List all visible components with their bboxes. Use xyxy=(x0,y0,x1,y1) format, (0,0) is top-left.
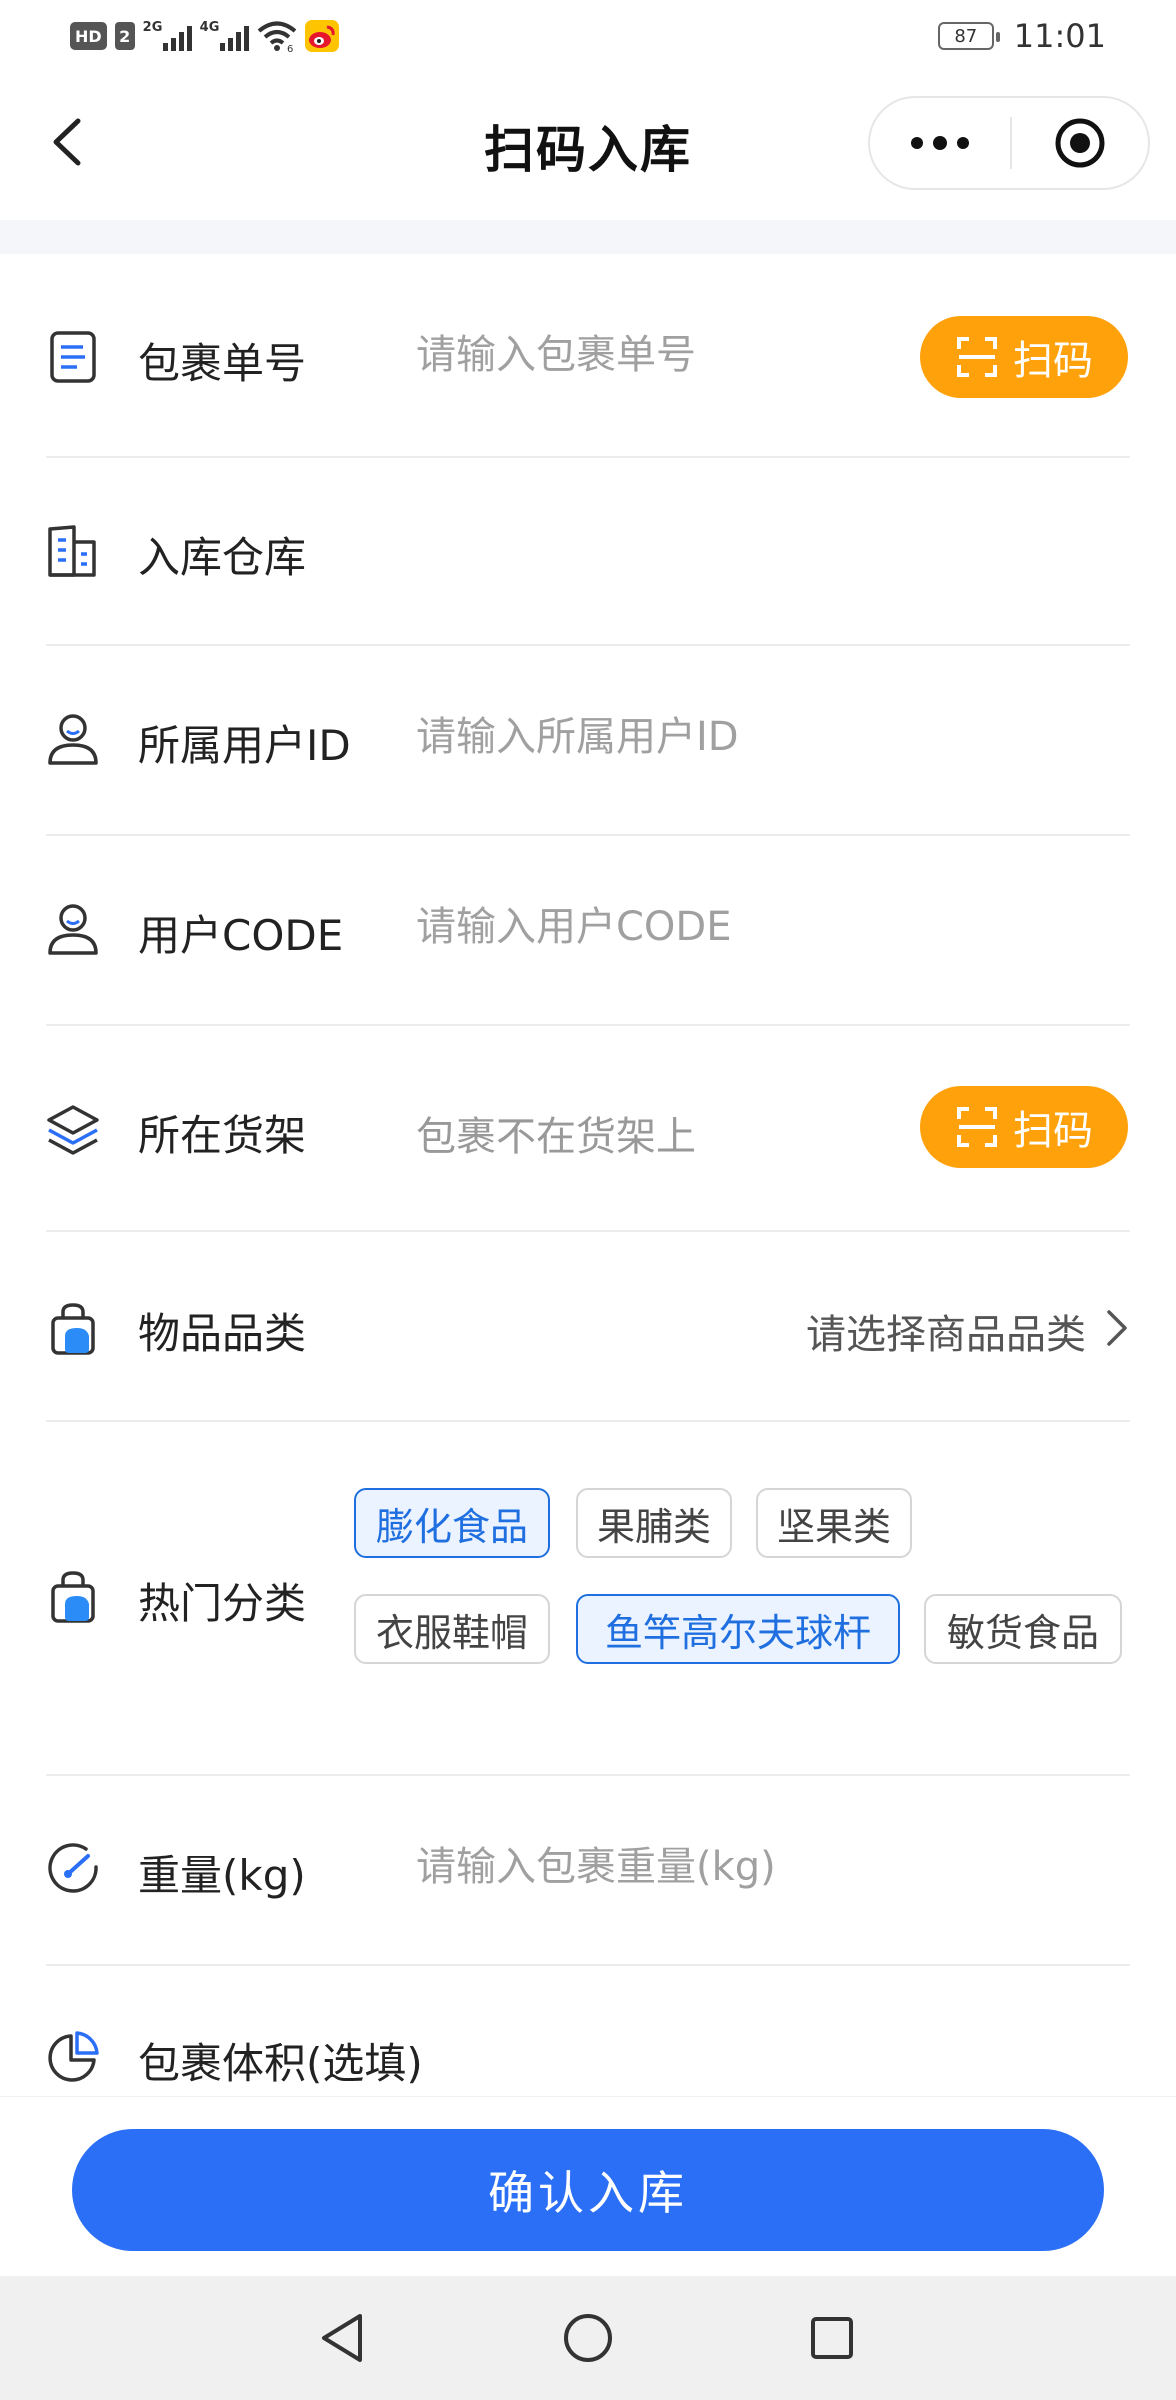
triangle-back-icon xyxy=(322,2314,362,2362)
parcel-no-label: 包裹单号 xyxy=(138,339,307,388)
row-category[interactable]: 物品品类 请选择商品品类 xyxy=(0,1232,1176,1422)
row-user-id: 所属用户ID xyxy=(0,646,1176,834)
signal-2-tag: 4G xyxy=(199,20,220,35)
tag-preserved-fruit[interactable]: 果脯类 xyxy=(576,1488,732,1558)
status-left: HD 2 2G 4G 6 xyxy=(70,18,339,54)
parcel-scan-label: 扫码 xyxy=(1013,338,1093,384)
pie-chart-icon xyxy=(46,2030,100,2084)
hot-category-label: 热门分类 xyxy=(138,1579,307,1628)
warehouse-label: 入库仓库 xyxy=(138,533,307,582)
svg-text:6: 6 xyxy=(287,44,293,52)
row-volume: 包裹体积(选填) xyxy=(0,1966,1176,2096)
row-user-code: 用户CODE xyxy=(0,836,1176,1024)
shelf-scan-label: 扫码 xyxy=(1013,1108,1093,1154)
shopping-bag-icon xyxy=(46,1302,100,1356)
user-id-label: 所属用户ID xyxy=(138,721,351,770)
shelf-scan-button[interactable]: 扫码 xyxy=(920,1086,1128,1168)
tag-fishing-golf[interactable]: 鱼竿高尔夫球杆 xyxy=(576,1594,900,1664)
signal-1-icon: 2G xyxy=(143,21,192,51)
category-label: 物品品类 xyxy=(138,1309,307,1358)
nav-bar: 扫码入库 xyxy=(0,72,1176,220)
hd-badge: HD xyxy=(70,22,107,50)
system-back-button[interactable] xyxy=(310,2306,374,2370)
user-icon xyxy=(46,902,100,956)
shelf-label: 所在货架 xyxy=(138,1111,307,1160)
weibo-icon xyxy=(304,20,339,52)
user-code-label: 用户CODE xyxy=(138,911,344,960)
system-home-button[interactable] xyxy=(556,2306,620,2370)
shopping-bag-icon xyxy=(46,1570,100,1624)
row-hot-category: 热门分类 膨化食品 果脯类 坚果类 衣服鞋帽 鱼竿高尔夫球杆 敏货食品 xyxy=(0,1422,1176,1776)
volume-label: 包裹体积(选填) xyxy=(138,2039,423,2088)
parcel-scan-button[interactable]: 扫码 xyxy=(920,316,1128,398)
signal-1-tag: 2G xyxy=(142,20,163,35)
bottom-action-bar: 确认入库 xyxy=(0,2096,1176,2276)
row-shelf: 所在货架 包裹不在货架上 扫码 xyxy=(0,1026,1176,1226)
square-recents-icon xyxy=(811,2317,853,2359)
building-icon xyxy=(46,524,100,578)
tag-clothing-shoes[interactable]: 衣服鞋帽 xyxy=(354,1594,550,1664)
weight-label: 重量(kg) xyxy=(138,1851,306,1900)
row-warehouse[interactable]: 入库仓库 xyxy=(0,458,1176,644)
row-parcel-no: 包裹单号 扫码 xyxy=(0,254,1176,458)
system-recents-button[interactable] xyxy=(800,2306,864,2370)
dot-icon xyxy=(933,136,947,150)
document-icon xyxy=(46,330,100,384)
more-button[interactable] xyxy=(870,98,1010,188)
close-mini-program-button[interactable] xyxy=(1012,98,1148,188)
tag-nuts[interactable]: 坚果类 xyxy=(756,1488,912,1558)
status-bar: HD 2 2G 4G 6 87 11:01 xyxy=(0,0,1176,72)
battery-icon: 87 xyxy=(937,22,1000,50)
tag-sensitive-food[interactable]: 敏货食品 xyxy=(924,1594,1122,1664)
row-weight: 重量(kg) xyxy=(0,1776,1176,1964)
weight-input[interactable] xyxy=(416,1844,896,1890)
scan-icon xyxy=(957,337,997,377)
target-icon xyxy=(1055,118,1105,168)
signal-2-icon: 4G xyxy=(200,21,249,51)
circle-home-icon xyxy=(564,2314,612,2362)
layers-icon xyxy=(46,1102,100,1156)
clock: 11:01 xyxy=(1013,17,1106,55)
header-divider-strip xyxy=(0,220,1176,254)
chevron-right-icon xyxy=(1107,1310,1127,1346)
hot-category-tags: 膨化食品 果脯类 坚果类 衣服鞋帽 鱼竿高尔夫球杆 敏货食品 xyxy=(354,1422,1134,1776)
parcel-no-input[interactable] xyxy=(416,332,896,378)
category-select-value: 请选择商品品类 xyxy=(806,1312,1086,1358)
sim-number: 2 xyxy=(114,22,135,50)
user-code-input[interactable] xyxy=(416,904,896,950)
mini-program-capsule xyxy=(868,96,1150,190)
user-icon xyxy=(46,712,100,766)
confirm-inbound-button[interactable]: 确认入库 xyxy=(72,2129,1104,2251)
gauge-icon xyxy=(46,1842,100,1896)
user-id-input[interactable] xyxy=(416,714,896,760)
wifi-icon: 6 xyxy=(257,20,297,52)
system-nav-bar xyxy=(0,2276,1176,2400)
shelf-value: 包裹不在货架上 xyxy=(416,1114,696,1160)
scan-icon xyxy=(957,1107,997,1147)
status-right: 87 11:01 xyxy=(937,17,1106,55)
dot-icon xyxy=(957,137,969,149)
battery-level: 87 xyxy=(954,25,978,47)
dot-icon xyxy=(911,137,923,149)
tag-puffed-food[interactable]: 膨化食品 xyxy=(354,1488,550,1558)
